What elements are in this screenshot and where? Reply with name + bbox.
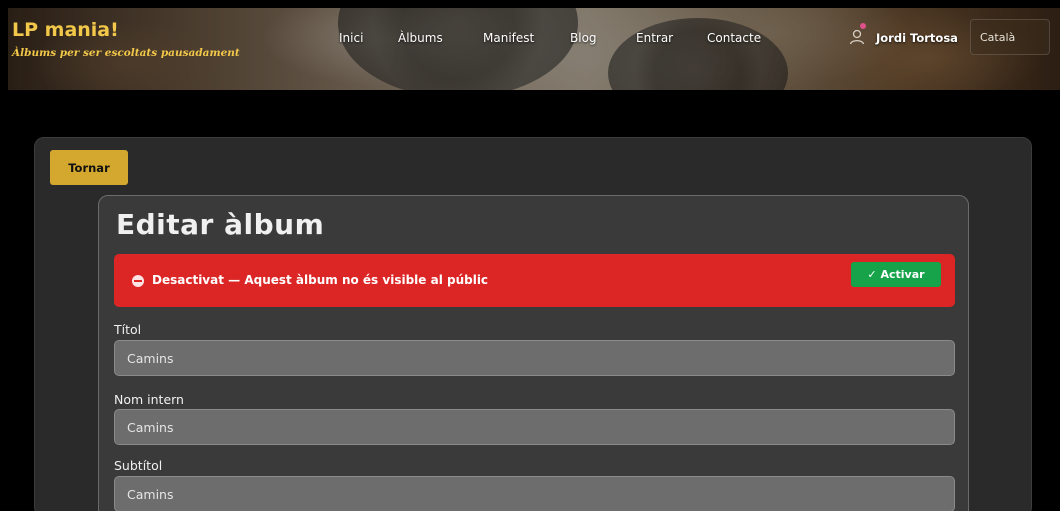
field-label-titol: Títol	[114, 322, 142, 337]
activate-button[interactable]: ✓ Activar	[851, 262, 941, 287]
minus-circle-icon	[132, 275, 144, 287]
field-label-subtitol: Subtítol	[114, 458, 163, 473]
user-name[interactable]: Jordi Tortosa	[876, 31, 958, 45]
brand-title[interactable]: LP mania!	[12, 19, 119, 41]
status-alert: Desactivat — Aquest àlbum no és visible …	[114, 254, 955, 307]
page-title: Editar àlbum	[116, 208, 325, 241]
nav-link-contacte[interactable]: Contacte	[707, 31, 761, 45]
nav-link-blog[interactable]: Blog	[570, 31, 597, 45]
user-icon[interactable]	[848, 28, 866, 46]
nav-link-inici[interactable]: Inici	[339, 31, 363, 45]
alert-message: Desactivat — Aquest àlbum no és visible …	[152, 273, 489, 287]
nav-link-albums[interactable]: Àlbums	[398, 31, 443, 45]
subtitol-input[interactable]	[114, 476, 955, 511]
notification-dot	[860, 23, 866, 29]
brand-subtitle: Àlbums per ser escoltats pausadament	[12, 47, 240, 59]
nom-intern-input[interactable]	[114, 409, 955, 445]
nav-link-entrar[interactable]: Entrar	[636, 31, 673, 45]
titol-input[interactable]	[114, 340, 955, 376]
field-label-nom-intern: Nom intern	[114, 392, 184, 407]
back-button[interactable]: Tornar	[50, 150, 128, 185]
nav-link-manifest[interactable]: Manifest	[483, 31, 534, 45]
language-select[interactable]: Català	[970, 19, 1050, 55]
